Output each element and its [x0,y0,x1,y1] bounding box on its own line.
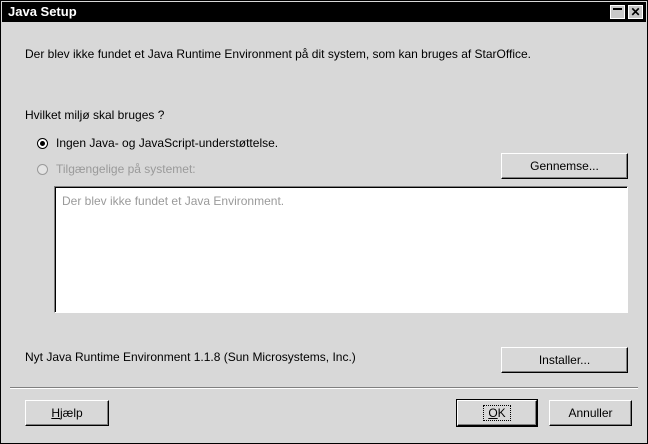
java-environment-list[interactable]: Der blev ikke fundet et Java Environment… [54,186,628,313]
radio-no-java-label[interactable]: Ingen Java- og JavaScript-understøttelse… [56,136,278,150]
radio-no-java[interactable] [37,138,48,149]
close-button[interactable]: ✕ [628,5,643,19]
info-message: Der blev ikke fundet et Java Runtime Env… [25,47,532,61]
minimize-button[interactable] [610,5,625,19]
question-label: Hvilket miljø skal bruges ? [25,108,165,122]
java-setup-dialog: Java Setup ✕ Der blev ikke fundet et Jav… [0,0,648,444]
radio-selected-dot [40,141,45,146]
ok-mnemonic: O [488,406,498,420]
radio-available-system-label[interactable]: Tilgængelige på systemet: [56,162,196,176]
ok-focus-rect: OK [483,405,511,421]
radio-available-system[interactable] [37,164,48,175]
list-empty-message: Der blev ikke fundet et Java Environment… [62,194,285,208]
divider [10,387,638,389]
ok-label-rest: K [497,406,506,420]
title-bar[interactable]: Java Setup ✕ [2,2,646,22]
install-button[interactable]: Installer... [501,347,628,373]
help-button[interactable]: Hjælp [25,400,109,426]
window-title: Java Setup [8,4,77,19]
ok-button[interactable]: OK [456,399,538,427]
new-jre-label: Nyt Java Runtime Environment 1.1.8 (Sun … [25,350,356,364]
help-label-rest: jælp [59,406,83,420]
cancel-button[interactable]: Annuller [549,400,632,426]
close-icon: ✕ [630,5,641,19]
browse-button[interactable]: Gennemse... [501,153,628,179]
help-mnemonic: H [51,406,60,420]
minimize-icon [613,8,622,10]
